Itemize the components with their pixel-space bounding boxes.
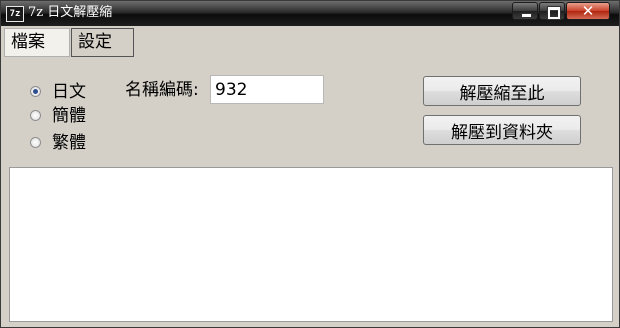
maximize-button[interactable] bbox=[539, 2, 565, 20]
encoding-input[interactable] bbox=[210, 75, 324, 104]
close-icon: ✕ bbox=[581, 2, 595, 20]
app-7z-icon[interactable]: 7z bbox=[6, 6, 24, 22]
log-output-area[interactable] bbox=[9, 167, 613, 322]
minimize-icon bbox=[521, 13, 532, 18]
title-bar[interactable]: 7z 7z 日文解壓縮 ✕ bbox=[1, 1, 619, 26]
radio-label-traditional: 繁體 bbox=[52, 133, 86, 153]
radio-label-japanese: 日文 bbox=[52, 82, 86, 102]
extract-to-folder-button[interactable]: 解壓到資料夾 bbox=[423, 115, 581, 145]
extract-here-button[interactable]: 解壓縮至此 bbox=[423, 76, 581, 106]
app-window: 7z 7z 日文解壓縮 ✕ 檔案 設定 日文 簡體 繁體 名稱編碼: 解壓縮至此… bbox=[0, 0, 620, 328]
window-title: 7z 日文解壓縮 bbox=[28, 5, 113, 20]
maximize-icon bbox=[547, 6, 561, 20]
close-button[interactable]: ✕ bbox=[566, 2, 610, 20]
radio-japanese[interactable]: 日文 bbox=[30, 81, 120, 103]
radio-unchecked-icon[interactable] bbox=[30, 110, 41, 121]
minimize-button[interactable] bbox=[512, 2, 538, 20]
radio-unchecked-icon[interactable] bbox=[30, 137, 41, 148]
radio-simplified[interactable]: 簡體 bbox=[30, 105, 120, 127]
radio-checked-icon[interactable] bbox=[30, 86, 41, 97]
encoding-label: 名稱編碼: bbox=[125, 80, 199, 100]
radio-traditional[interactable]: 繁體 bbox=[30, 132, 120, 154]
radio-label-simplified: 簡體 bbox=[52, 106, 86, 126]
tab-settings[interactable]: 設定 bbox=[71, 28, 134, 57]
tab-file[interactable]: 檔案 bbox=[4, 28, 70, 57]
